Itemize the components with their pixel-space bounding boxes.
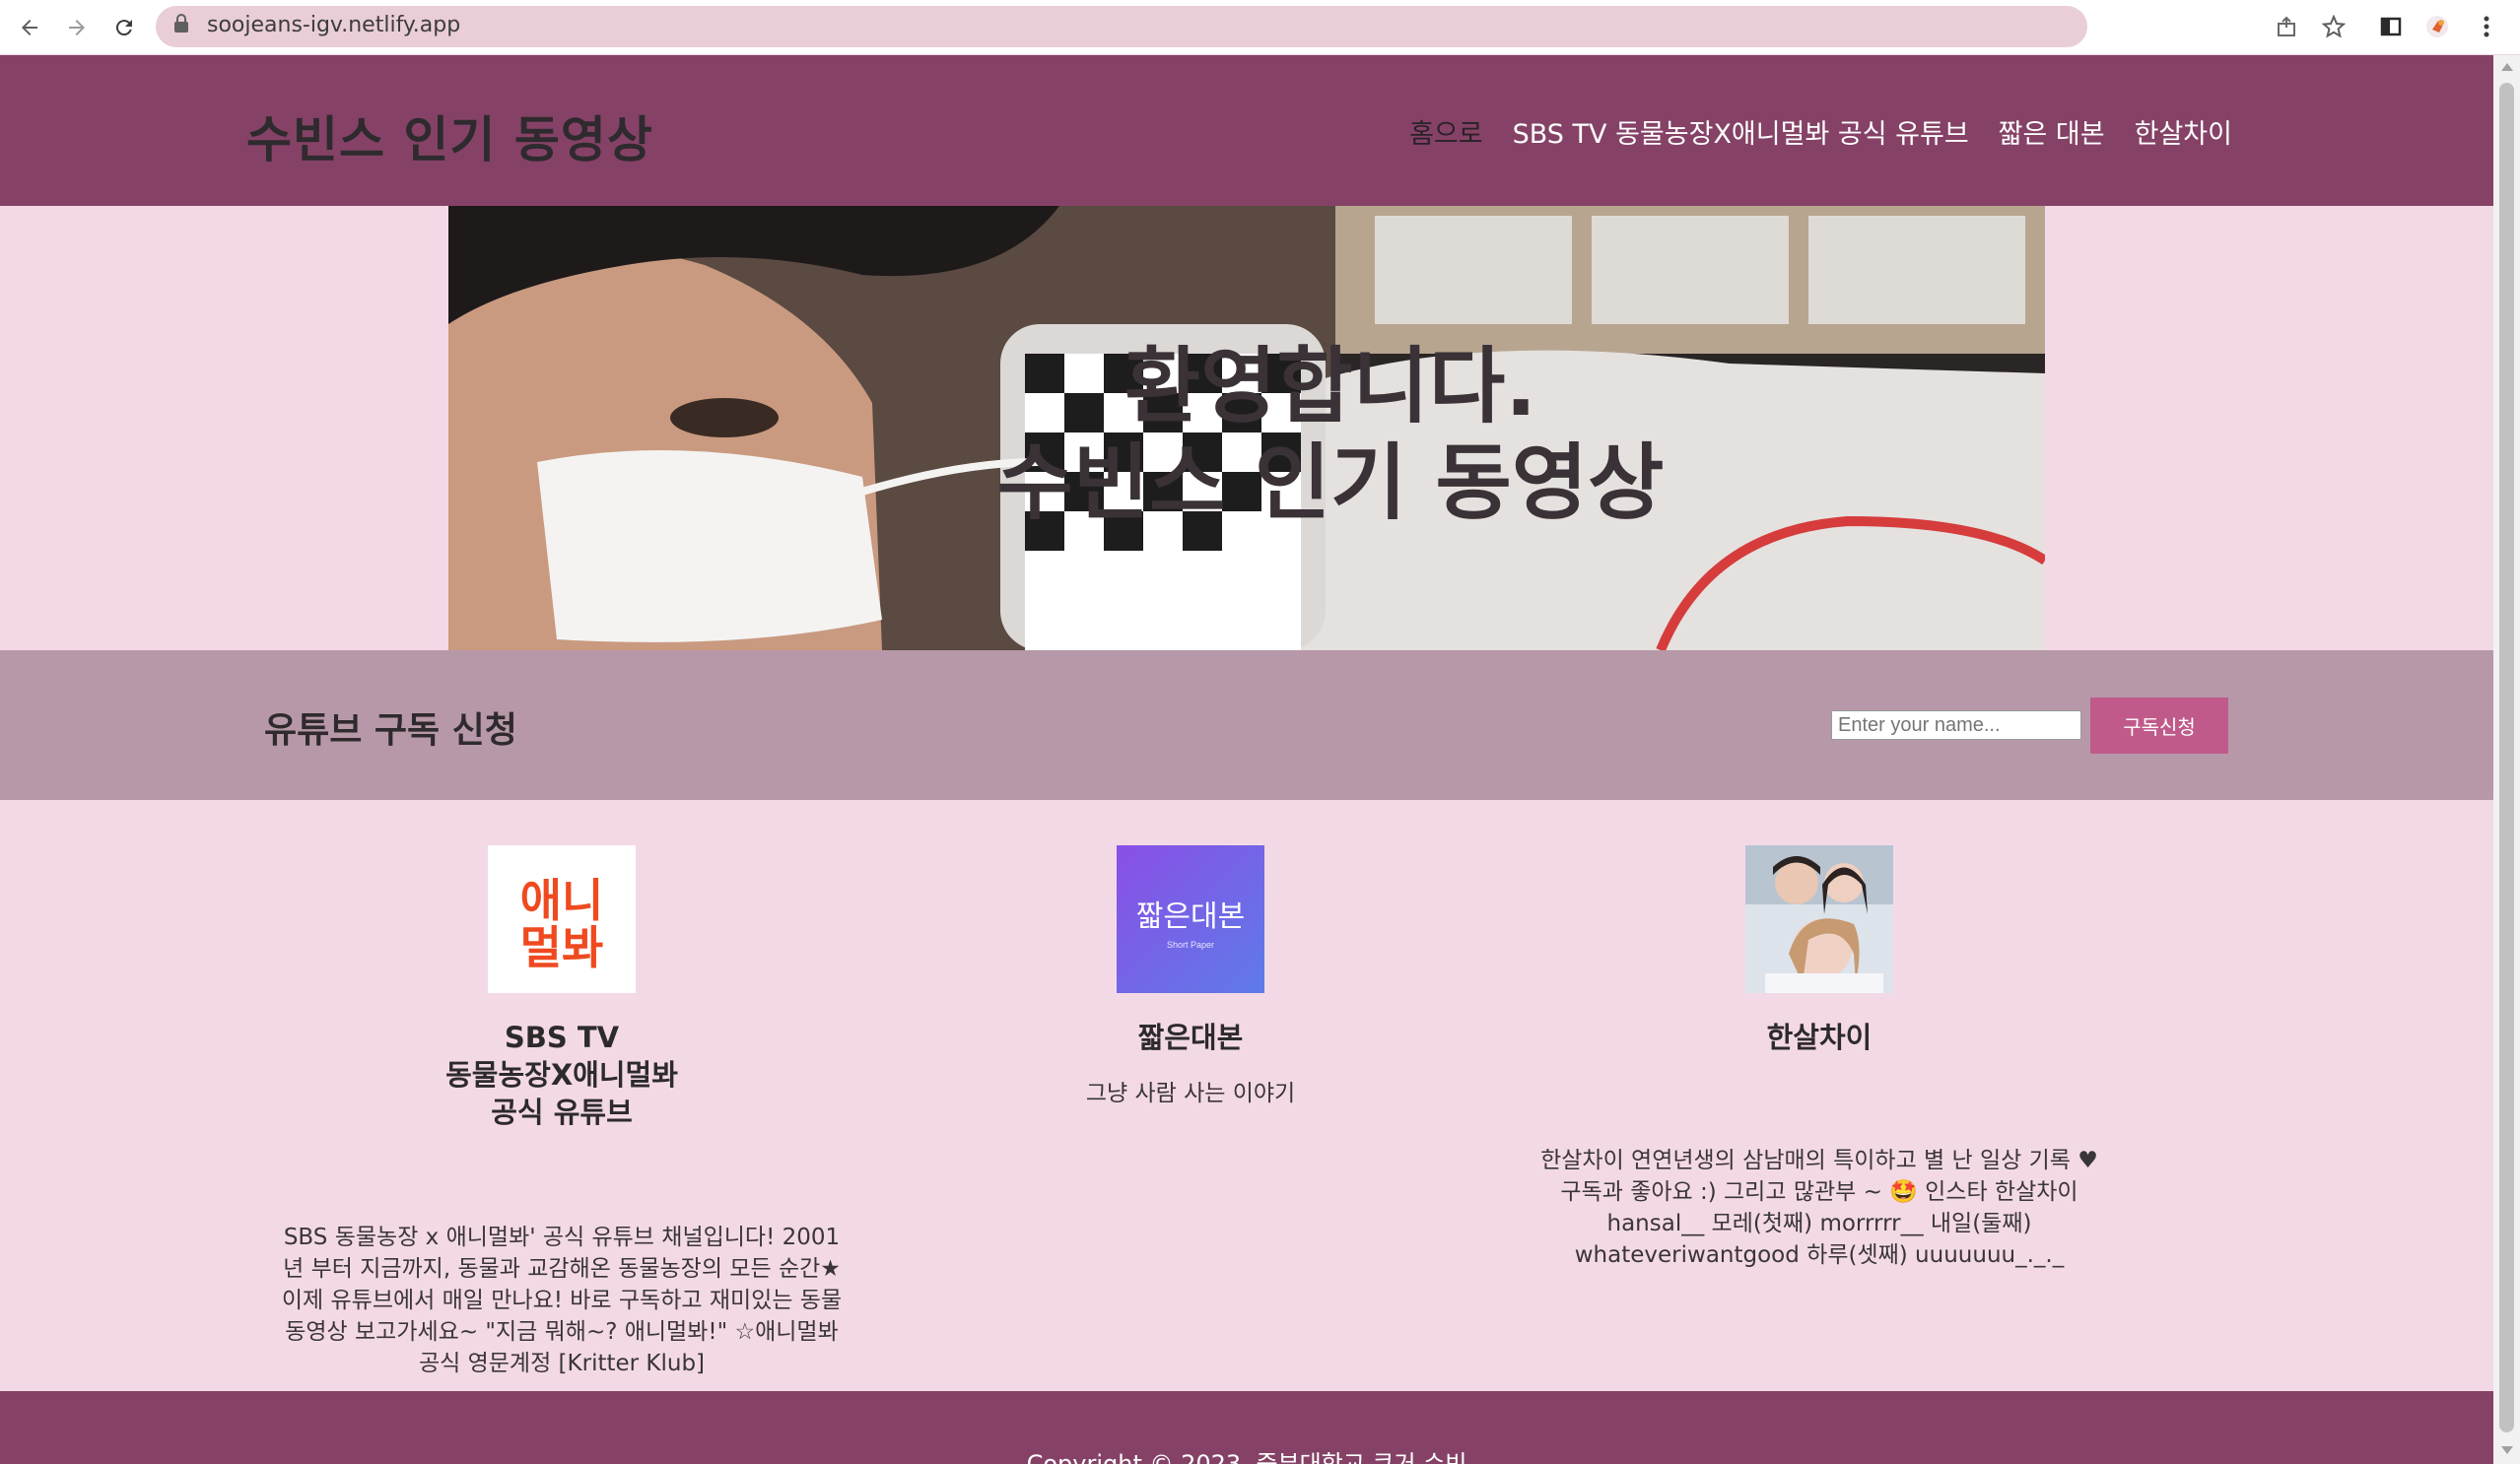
extension-icon[interactable] (2419, 9, 2455, 44)
card-title[interactable]: 한살차이 (1514, 1019, 2125, 1056)
share-icon[interactable] (2269, 9, 2304, 44)
browser-toolbar: soojeans-igv.netlify.app (0, 0, 2520, 55)
card-description: 한살차이 연연년생의 삼남매의 특이하고 별 난 일상 기록 ♥ 구독과 좋아요… (1540, 1148, 2098, 1268)
short-script-logo[interactable]: 짧은대본 Short Paper (1117, 845, 1264, 993)
footer-copyright: Copyright © 2023. 중부대학교 쿠거 수빈 (1026, 1450, 1467, 1464)
lock-icon[interactable] (173, 14, 189, 37)
nav-link-short-script[interactable]: 짧은 대본 (1999, 112, 2105, 151)
more-vert-icon[interactable] (2469, 9, 2504, 44)
name-input[interactable] (1831, 710, 2081, 740)
vertical-scrollbar[interactable] (2493, 55, 2520, 1464)
svg-text:Short Paper: Short Paper (1167, 940, 1214, 950)
hero-welcome: 환영합니다. (1124, 337, 1537, 434)
animalbwa-logo[interactable]: 애니 멀봐 (488, 845, 636, 993)
card-description: SBS 동물농장 x 애니멀봐' 공식 유튜브 채널입니다! 2001년 부터 … (281, 1225, 843, 1376)
hero-subtitle: 수빈스 인기 동영상 (996, 434, 1665, 532)
nav-link-animal-farm[interactable]: SBS TV 동물농장X애니멀봐 공식 유튜브 (1513, 112, 1969, 151)
sidebar-icon[interactable] (2373, 9, 2409, 44)
channel-cards: 애니 멀봐 SBS TV 동물농장X애니멀봐 공식 유튜브 SBS 동물농장 x… (0, 800, 2493, 1401)
hero-banner: 환영합니다. 수빈스 인기 동영상 (448, 206, 2045, 650)
subscribe-title: 유튜브 구독 신청 (264, 710, 517, 751)
card-title[interactable]: SBS TV 동물농장X애니멀봐 공식 유튜브 (256, 1019, 867, 1131)
site-footer: Copyright © 2023. 중부대학교 쿠거 수빈 (0, 1391, 2493, 1464)
star-icon[interactable] (2316, 9, 2351, 44)
back-arrow-icon[interactable] (10, 8, 49, 47)
web-page: 수빈스 인기 동영상 홈으로 SBS TV 동물농장X애니멀봐 공식 유튜브 짧… (0, 55, 2493, 1464)
site-header: 수빈스 인기 동영상 홈으로 SBS TV 동물농장X애니멀봐 공식 유튜브 짧… (0, 55, 2493, 206)
hero-text: 환영합니다. 수빈스 인기 동영상 (448, 206, 2045, 650)
scroll-down-icon[interactable] (2501, 1446, 2513, 1454)
subscribe-section: 유튜브 구독 신청 구독신청 (0, 650, 2493, 800)
site-title[interactable]: 수빈스 인기 동영상 (246, 100, 653, 171)
url-text[interactable]: soojeans-igv.netlify.app (207, 13, 460, 37)
hansal-photo[interactable] (1745, 845, 1893, 993)
svg-text:애니: 애니 (520, 874, 604, 927)
nav-link-hansal[interactable]: 한살차이 (2135, 112, 2232, 151)
forward-arrow-icon[interactable] (57, 8, 97, 47)
card-title[interactable]: 짧은대본 (885, 1019, 1496, 1056)
nav-link-home[interactable]: 홈으로 (1409, 112, 1483, 151)
scroll-up-icon[interactable] (2501, 63, 2513, 71)
svg-text:멀봐: 멀봐 (520, 921, 604, 974)
subscribe-button[interactable]: 구독신청 (2090, 698, 2228, 754)
reload-icon[interactable] (104, 8, 144, 47)
site-nav: 홈으로 SBS TV 동물농장X애니멀봐 공식 유튜브 짧은 대본 한살차이 (1409, 112, 2232, 151)
scroll-thumb[interactable] (2499, 83, 2514, 1432)
card-description: 그냥 사람 사는 이야기 (1085, 1081, 1296, 1106)
svg-text:짧은대본: 짧은대본 (1136, 899, 1245, 934)
